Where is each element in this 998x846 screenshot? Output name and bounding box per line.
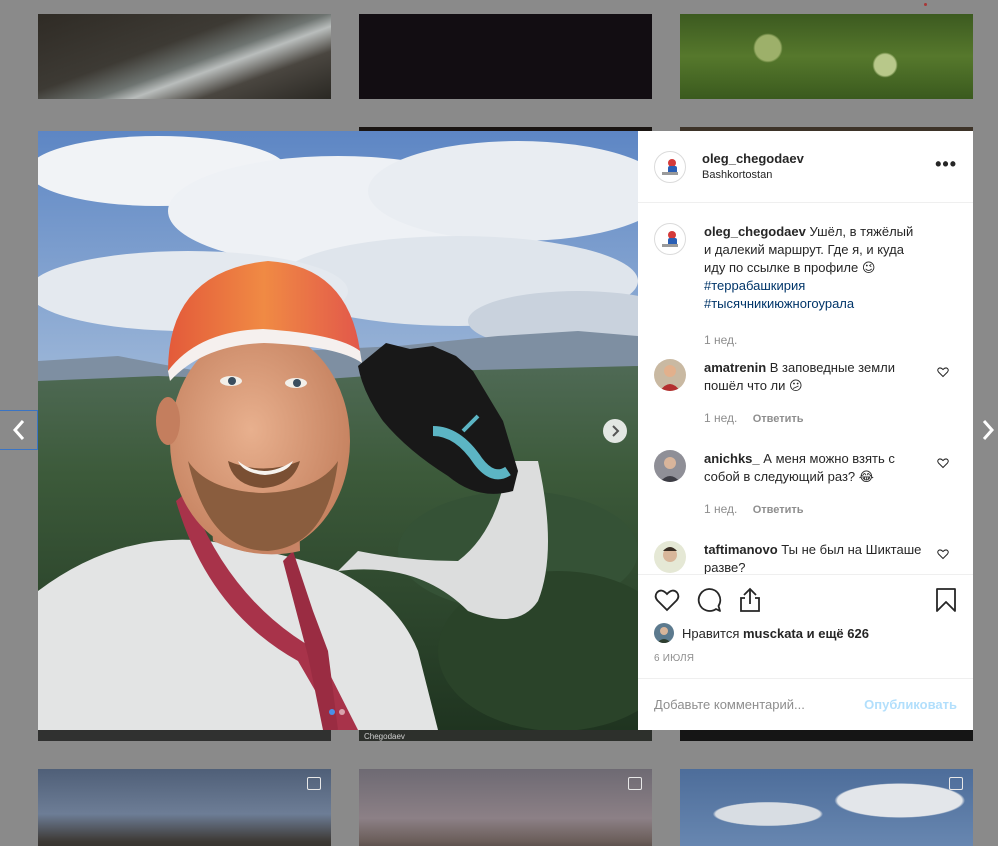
avatar-image (662, 231, 678, 247)
hashtag-link[interactable]: #террабашкирия (704, 277, 924, 295)
like-button[interactable] (654, 588, 680, 612)
avatar[interactable] (654, 223, 686, 255)
post-photo[interactable] (38, 131, 638, 730)
avatar[interactable] (654, 541, 686, 573)
grid-thumbnail[interactable] (680, 769, 973, 846)
post-location[interactable]: Bashkortostan (702, 167, 804, 183)
like-comment-icon[interactable] (937, 457, 949, 469)
grid-thumbnail[interactable] (680, 14, 973, 99)
comment-form: Опубликовать (638, 678, 973, 730)
carousel-next-button[interactable] (603, 419, 627, 443)
avatar-image (654, 359, 686, 391)
comment-username[interactable]: anichks_ (704, 451, 760, 466)
comment-item: taftimanovo Ты не был на Шикташе разве? (654, 541, 957, 574)
grid-thumbnail[interactable]: Chegodaev (359, 729, 652, 741)
grid-thumbnail[interactable] (680, 729, 973, 741)
carousel-indicator (329, 709, 345, 715)
publish-button[interactable]: Опубликовать (864, 697, 957, 712)
more-options-icon[interactable]: ••• (935, 155, 957, 175)
multi-image-icon (628, 777, 642, 790)
post-side-panel: oleg_chegodaev Bashkortostan ••• oleg_ch… (638, 131, 973, 730)
share-icon (740, 587, 760, 612)
avatar-image (654, 541, 686, 573)
comment-username[interactable]: taftimanovo (704, 542, 778, 557)
likes-prefix: Нравится (682, 625, 740, 641)
avatar-image (654, 450, 686, 482)
reply-button[interactable]: Ответить (753, 504, 804, 516)
post-author-username[interactable]: oleg_chegodaev (702, 151, 804, 167)
reply-button[interactable]: Ответить (753, 413, 804, 425)
caption-username[interactable]: oleg_chegodaev (704, 224, 806, 239)
likes-others[interactable]: и ещё 626 (807, 626, 869, 641)
avatar[interactable] (654, 450, 686, 482)
save-button[interactable] (935, 587, 957, 613)
multi-image-icon (307, 777, 321, 790)
comment-item: amatrenin В заповедные земли пошёл что л… (654, 359, 957, 428)
comment-icon (697, 588, 722, 612)
chevron-right-icon (982, 420, 995, 440)
notification-dot (924, 3, 927, 6)
comment-button[interactable] (696, 587, 722, 613)
comment-username[interactable]: amatrenin (704, 360, 766, 375)
carousel-dot (339, 709, 345, 715)
heart-icon (654, 589, 680, 612)
comment-timestamp[interactable]: 1 нед. (704, 502, 737, 516)
comment-input[interactable] (654, 697, 865, 712)
caption-timestamp[interactable]: 1 нед. (704, 333, 737, 347)
share-button[interactable] (738, 587, 762, 613)
avatar[interactable] (654, 623, 674, 643)
likes-user[interactable]: musckata (743, 626, 803, 641)
chevron-left-icon (12, 420, 24, 440)
grid-thumbnail[interactable] (38, 769, 331, 846)
comment-timestamp[interactable]: 1 нед. (704, 411, 737, 425)
chevron-right-icon (612, 425, 620, 437)
post-header: oleg_chegodaev Bashkortostan ••• (638, 131, 973, 203)
previous-post-button[interactable] (0, 410, 38, 450)
likes-summary: Нравится musckata и ещё 626 (638, 617, 973, 643)
selfie-photo (38, 131, 638, 730)
caption: oleg_chegodaev Ушёл, в тяжёлый и далекий… (654, 223, 957, 349)
grid-thumbnail[interactable] (38, 14, 331, 99)
grid-thumbnail[interactable] (359, 769, 652, 846)
post-date[interactable]: 6 ИЮЛЯ (638, 643, 973, 664)
thumbnail-caption: Chegodaev (364, 732, 405, 741)
avatar-image (662, 158, 678, 175)
grid-thumbnail[interactable] (38, 729, 331, 741)
next-post-button[interactable] (978, 410, 998, 450)
bookmark-icon (936, 588, 956, 612)
like-comment-icon[interactable] (937, 366, 949, 378)
grid-thumbnail[interactable] (359, 14, 652, 99)
like-comment-icon[interactable] (937, 548, 949, 560)
comments-list[interactable]: oleg_chegodaev Ушёл, в тяжёлый и далекий… (638, 203, 973, 575)
comment-item: anichks_ А меня можно взять с собой в сл… (654, 450, 957, 519)
avatar[interactable] (654, 359, 686, 391)
avatar[interactable] (654, 150, 686, 183)
post-actions (638, 575, 973, 617)
avatar-image (654, 623, 674, 643)
post-modal: oleg_chegodaev Bashkortostan ••• oleg_ch… (38, 131, 973, 730)
hashtag-link[interactable]: #тысячникиюжногоурала (704, 295, 924, 313)
carousel-dot-active (329, 709, 335, 715)
multi-image-icon (949, 777, 963, 790)
